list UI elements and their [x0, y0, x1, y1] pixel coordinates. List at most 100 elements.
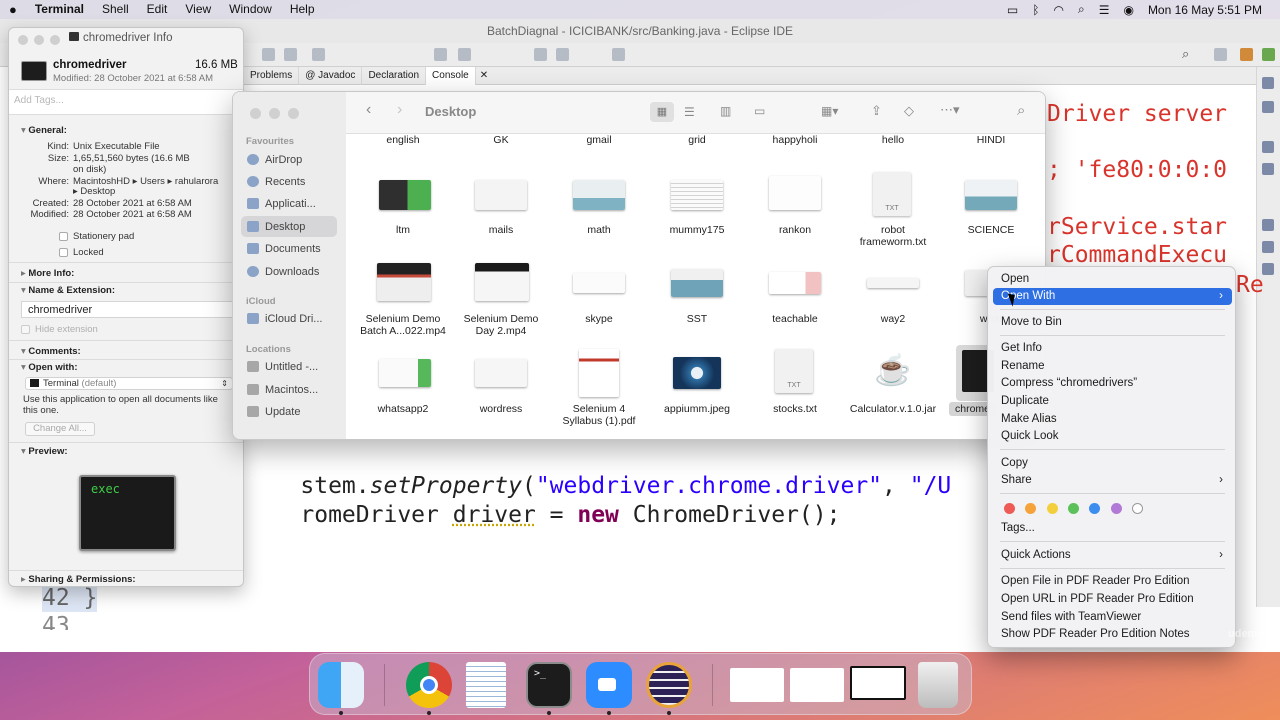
close-window-button[interactable]	[250, 108, 261, 119]
skype-thumbnail[interactable]	[573, 273, 625, 293]
group-by-icon[interactable]: ▦▾	[821, 104, 838, 118]
mails-thumbnail[interactable]	[475, 180, 527, 210]
menu-help[interactable]: Help	[281, 0, 324, 19]
menu-item-quick-actions[interactable]: Quick Actions ›	[993, 547, 1232, 564]
sst-label[interactable]: SST	[648, 313, 746, 325]
terminal-dock-icon[interactable]: >_	[526, 662, 572, 708]
sharing-permissions-section-toggle[interactable]: Sharing & Permissions:	[21, 574, 135, 585]
zoom-window-button[interactable]	[288, 108, 299, 119]
debug-perspective-icon[interactable]	[1262, 48, 1275, 61]
ltm-thumbnail[interactable]	[379, 180, 431, 210]
change-all-button[interactable]: Change All...	[25, 422, 95, 436]
chrome-dock-icon[interactable]	[406, 662, 452, 708]
gallery-view-icon[interactable]: ▭	[754, 104, 765, 118]
tag-color-yellow[interactable]	[1047, 503, 1058, 514]
tag-icon[interactable]: ◇	[904, 103, 914, 119]
tab-declaration[interactable]: Declaration	[362, 66, 427, 85]
robot-frameworm-label[interactable]: robot frameworm.txt	[844, 224, 942, 248]
open-with-section-toggle[interactable]: Open with:	[21, 362, 77, 373]
textedit-dock-icon[interactable]	[466, 662, 506, 708]
zoom-dock-icon[interactable]	[586, 662, 632, 708]
siri-icon[interactable]: ◉	[1123, 3, 1133, 17]
sidebar-item-applications[interactable]: Applicati...	[241, 193, 337, 214]
sidebar-item-update[interactable]: Update	[241, 401, 337, 422]
stationery-pad-checkbox[interactable]: Stationery pad	[59, 231, 134, 242]
servers-icon[interactable]	[1262, 241, 1274, 253]
variables-icon[interactable]	[1262, 263, 1274, 275]
share-icon[interactable]: ⇪	[871, 103, 882, 119]
tab-javadoc[interactable]: @ Javadoc	[299, 66, 363, 85]
action-menu-icon[interactable]: ⋯▾	[940, 102, 960, 118]
teachable-label[interactable]: teachable	[746, 313, 844, 325]
sidebar-item-documents[interactable]: Documents	[241, 238, 337, 259]
science-label[interactable]: SCIENCE	[942, 224, 1040, 236]
menu-item-share[interactable]: Share ›	[993, 472, 1232, 489]
name-extension-section-toggle[interactable]: Name & Extension:	[21, 285, 115, 296]
properties-icon[interactable]	[1262, 163, 1274, 175]
menu-item-get-info[interactable]: Get Info	[993, 340, 1232, 357]
eclipse-dock-icon[interactable]	[646, 662, 692, 708]
spotlight-search-icon[interactable]: ⌕	[1078, 2, 1085, 17]
tab-problems[interactable]: Problems	[244, 66, 300, 85]
folder-english[interactable]: english	[354, 134, 452, 146]
apple-menu-icon[interactable]: ●	[0, 0, 26, 19]
selenium-demo-batch-video-thumbnail[interactable]	[377, 263, 431, 301]
menu-item-rename[interactable]: Rename	[993, 358, 1232, 375]
back-icon[interactable]: ‹	[366, 101, 371, 119]
menu-item-duplicate[interactable]: Duplicate	[993, 393, 1232, 410]
outline-view-icon[interactable]	[1262, 77, 1274, 89]
bluetooth-icon[interactable]: ᛒ	[1032, 3, 1039, 17]
selenium4-syllabus-label[interactable]: Selenium 4 Syllabus (1).pdf	[550, 403, 648, 427]
wordress-thumbnail[interactable]	[475, 359, 527, 387]
toolbar-refactor-icon[interactable]	[458, 48, 471, 61]
column-view-icon[interactable]: ▥	[720, 104, 731, 118]
sidebar-item-downloads[interactable]: Downloads	[241, 261, 337, 282]
menu-item-teamviewer[interactable]: Send files with TeamViewer	[993, 609, 1232, 626]
appiumm-label[interactable]: appiumm.jpeg	[648, 403, 746, 415]
general-section-toggle[interactable]: General:	[21, 125, 67, 136]
menu-item-pdf-notes[interactable]: Show PDF Reader Pro Edition Notes	[993, 626, 1232, 643]
toolbar-nav-back-icon[interactable]	[534, 48, 547, 61]
folder-grid[interactable]: grid	[648, 134, 746, 146]
name-field[interactable]: chromedriver	[21, 301, 243, 318]
selenium4-syllabus-pdf-icon[interactable]	[579, 349, 619, 397]
skype-label[interactable]: skype	[550, 313, 648, 325]
what-thumbnail[interactable]	[965, 270, 989, 296]
menu-item-pdf-open-url[interactable]: Open URL in PDF Reader Pro Edition	[993, 591, 1232, 608]
menu-item-open[interactable]: Open	[993, 271, 1232, 288]
tab-console[interactable]: Console	[426, 66, 476, 85]
menu-view[interactable]: View	[176, 0, 220, 19]
menu-shell[interactable]: Shell	[93, 0, 138, 19]
tag-color-purple[interactable]	[1111, 503, 1122, 514]
menu-item-quick-look[interactable]: Quick Look	[993, 428, 1232, 445]
java-perspective-icon[interactable]	[1240, 48, 1253, 61]
wifi-icon[interactable]: ◠	[1053, 3, 1063, 17]
menu-item-tags[interactable]: Tags...	[993, 520, 1232, 537]
selenium-demo-day2-label[interactable]: Selenium Demo Day 2.mp4	[452, 313, 550, 337]
sst-thumbnail[interactable]	[671, 269, 723, 297]
folder-hindi[interactable]: HINDI	[942, 134, 1040, 146]
toolbar-debug-icon[interactable]	[284, 48, 297, 61]
menu-item-compress[interactable]: Compress “chromedrivers”	[993, 375, 1232, 392]
more-info-section-toggle[interactable]: More Info:	[21, 268, 74, 279]
menu-item-move-to-bin[interactable]: Move to Bin	[993, 314, 1232, 331]
sidebar-item-untitled[interactable]: Untitled -...	[241, 356, 337, 377]
sidebar-item-airdrop[interactable]: AirDrop	[241, 149, 337, 170]
appiumm-jpeg-thumbnail[interactable]	[673, 357, 721, 389]
recent-document-2[interactable]	[790, 668, 844, 702]
battery-icon[interactable]: ▭	[1007, 3, 1018, 17]
toolbar-run-icon[interactable]	[262, 48, 275, 61]
rankon-thumbnail[interactable]	[769, 176, 821, 210]
minimize-window-button[interactable]	[269, 108, 280, 119]
tag-color-green[interactable]	[1068, 503, 1079, 514]
zoom-window-button[interactable]	[50, 35, 60, 45]
quick-access-search-icon[interactable]: ⌕	[1182, 46, 1195, 61]
teachable-thumbnail[interactable]	[769, 272, 821, 294]
folder-gmail[interactable]: gmail	[550, 134, 648, 146]
folder-hello[interactable]: hello	[844, 134, 942, 146]
recent-document-3[interactable]	[850, 666, 906, 700]
preview-section-toggle[interactable]: Preview:	[21, 446, 67, 457]
mummy175-label[interactable]: mummy175	[648, 224, 746, 236]
ltm-label[interactable]: ltm	[354, 224, 452, 236]
java-coffee-cup-icon[interactable]: ☕	[873, 354, 913, 388]
